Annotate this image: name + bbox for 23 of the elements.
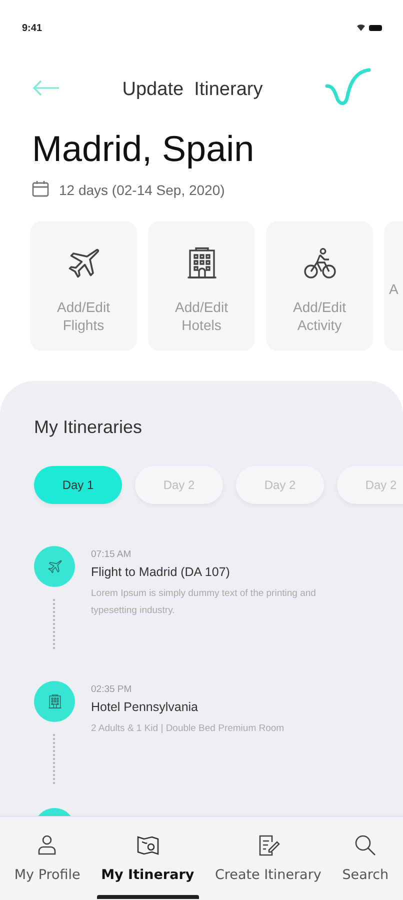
tab-bar-item[interactable]: My Profile — [14, 817, 80, 899]
day-tab[interactable]: Day 2 — [135, 466, 223, 504]
day-tab[interactable]: Day 1 — [34, 466, 122, 504]
tab-bar-item[interactable]: My Itinerary — [101, 817, 194, 899]
event-title: Hotel Pennsylvania — [91, 700, 200, 714]
action-card[interactable]: A — [384, 221, 403, 351]
city-title: Madrid, Spain — [32, 128, 256, 170]
tab-bar-item[interactable]: Create Itinerary — [214, 817, 322, 899]
day-tab[interactable]: Day 2 — [236, 466, 324, 504]
action-card[interactable]: Add/Edit Activity — [266, 221, 373, 351]
clock-time: 9:41 — [22, 22, 42, 34]
action-card[interactable]: Add/Edit Hotels — [148, 221, 255, 351]
event-title: Flight to Madrid (DA 107) — [91, 565, 231, 579]
action-card[interactable]: Add/Edit Flights — [30, 221, 137, 351]
event-time: 07:15 AM — [91, 549, 132, 560]
tab-bar-item[interactable]: Search — [342, 817, 389, 899]
day-tab[interactable]: Day 2 — [337, 466, 403, 504]
event-details: Lorem Ipsum is simply dummy text of the printing and typesetting industry. — [91, 587, 317, 618]
section-title: My Itineraries — [34, 417, 144, 438]
event-details: 2 Adults & 1 Kid | Double Bed Premium Room — [91, 722, 286, 736]
page-title: Update Itinerary — [122, 79, 263, 101]
event-time: 02:35 PM — [91, 684, 133, 695]
trip-dates: 12 days (02-14 Sep, 2020) — [59, 182, 225, 198]
